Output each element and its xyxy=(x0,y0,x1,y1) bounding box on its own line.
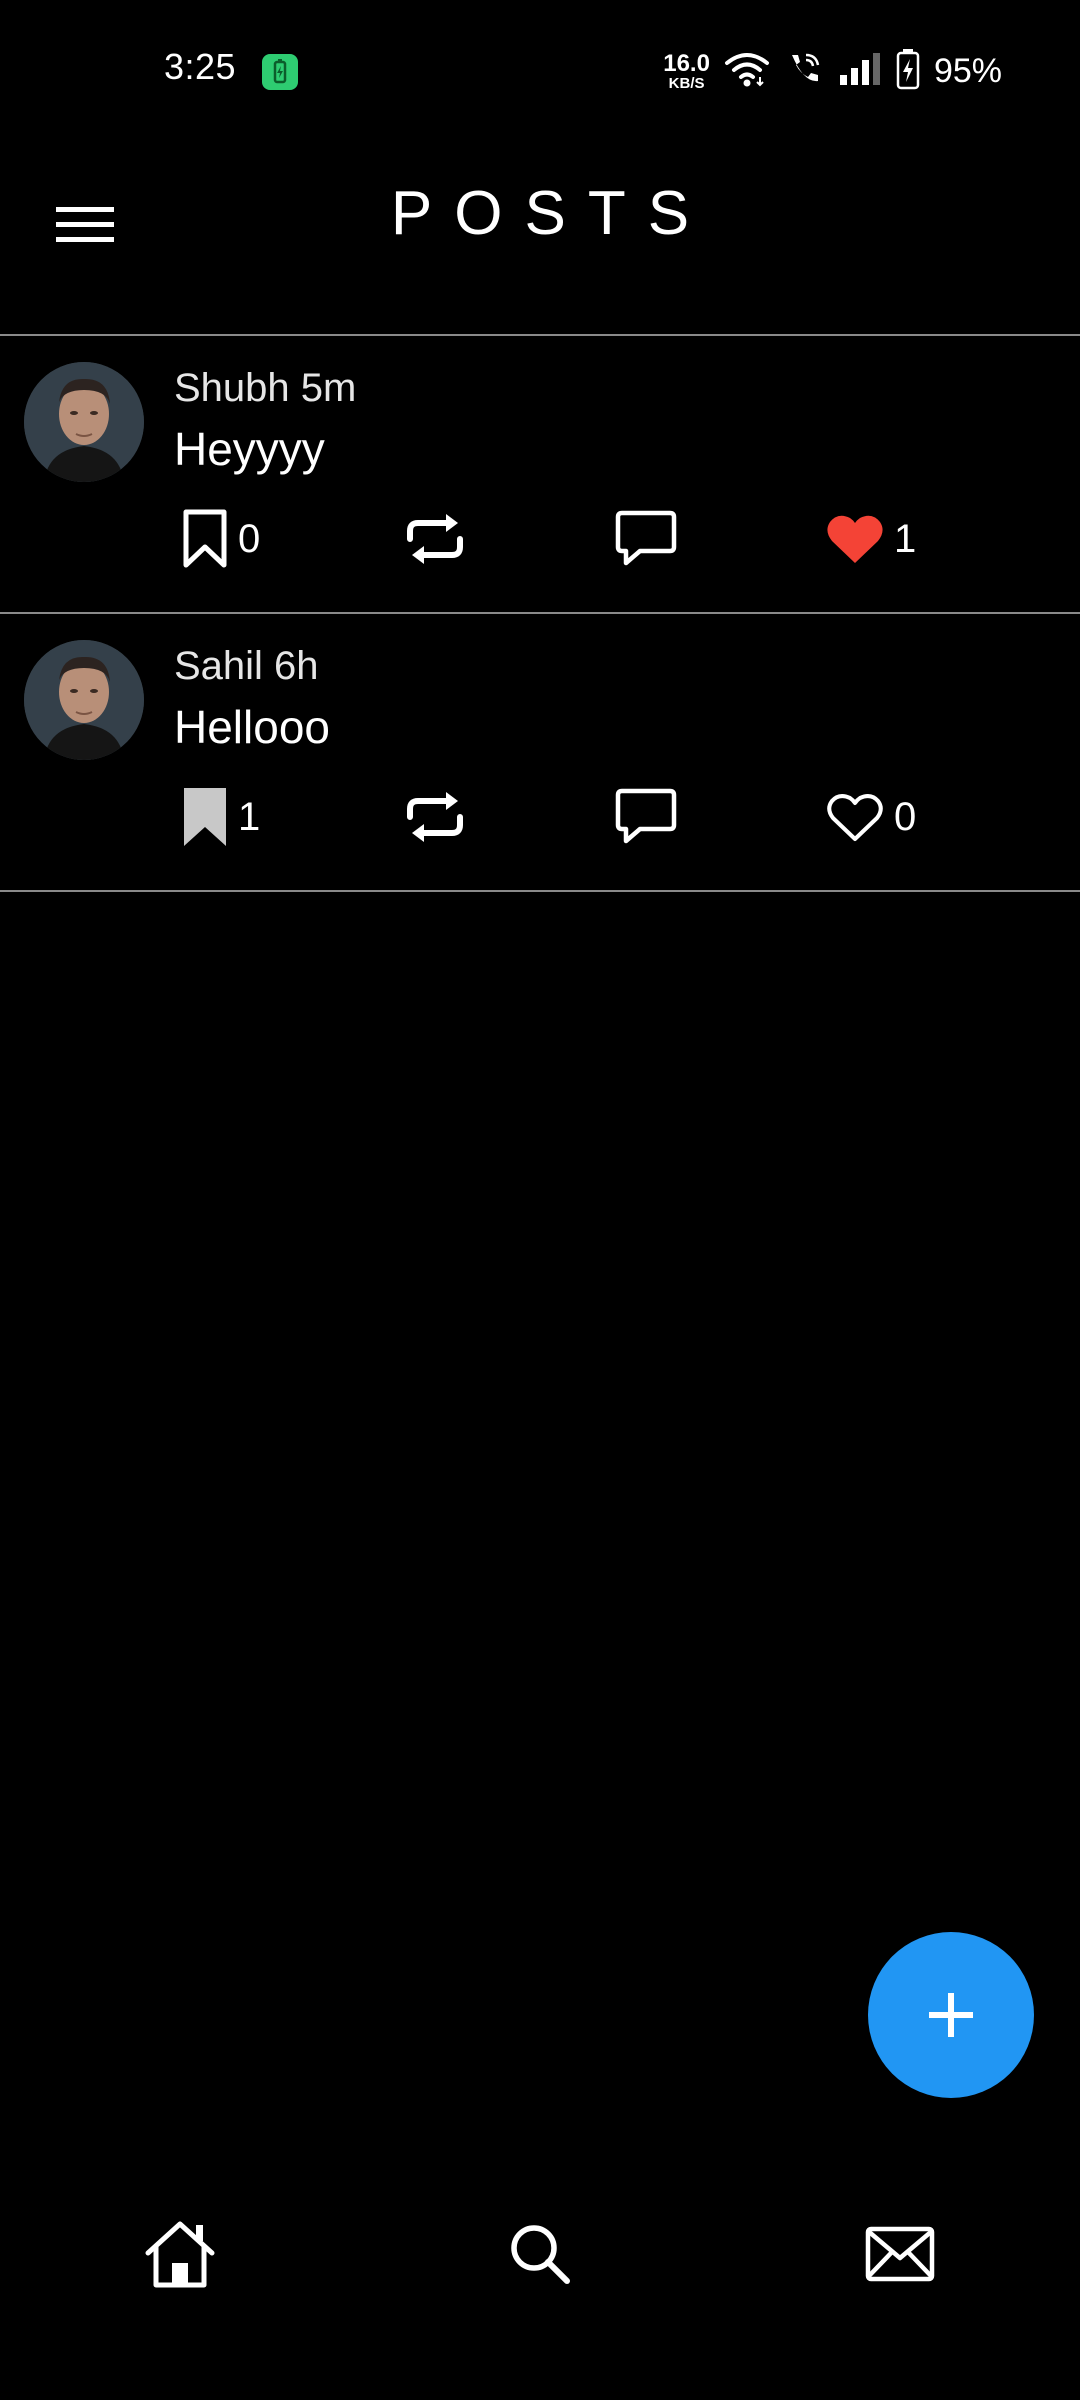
app-header: POSTS xyxy=(0,140,1080,334)
bookmark-filled-icon xyxy=(184,788,226,846)
nav-search[interactable] xyxy=(500,2214,580,2294)
wifi-icon xyxy=(724,49,770,94)
nav-messages[interactable] xyxy=(860,2214,940,2294)
new-post-button[interactable] xyxy=(868,1932,1034,2098)
avatar[interactable] xyxy=(24,362,144,482)
plus-icon xyxy=(929,1993,973,2037)
heart-filled-icon xyxy=(827,515,883,563)
repost-button[interactable] xyxy=(404,782,466,852)
post-body: Heyyyy xyxy=(174,423,325,475)
post-author-time: Sahil 6h xyxy=(174,644,319,688)
network-speed: 16.0 KB/S xyxy=(663,49,710,92)
post-card[interactable]: Shubh 5m Heyyyy 0 1 xyxy=(0,336,1080,612)
post-actions: 1 0 xyxy=(174,782,954,852)
post-author-time: Shubh 5m xyxy=(174,366,357,410)
comment-icon xyxy=(615,788,677,844)
heart-outline-icon xyxy=(827,794,883,841)
post-divider xyxy=(0,890,1080,892)
battery-percent: 95% xyxy=(933,51,1002,90)
like-button[interactable]: 0 xyxy=(826,782,916,852)
post-body: Hellooo xyxy=(174,701,330,753)
comment-button[interactable] xyxy=(614,782,678,852)
bookmark-button[interactable]: 0 xyxy=(182,504,260,574)
like-count: 1 xyxy=(894,516,917,561)
status-time: 3:25 xyxy=(164,46,237,87)
battery-charging-icon xyxy=(896,48,920,95)
bookmark-button[interactable]: 1 xyxy=(182,782,260,852)
comment-button[interactable] xyxy=(614,504,678,574)
wifi-calling-icon xyxy=(784,49,824,94)
avatar[interactable] xyxy=(24,640,144,760)
page-title: POSTS xyxy=(390,179,712,248)
network-speed-value: 16.0 xyxy=(663,49,710,77)
repost-icon xyxy=(407,792,463,842)
network-speed-unit: KB/S xyxy=(668,74,705,92)
like-button[interactable]: 1 xyxy=(826,504,916,574)
mail-icon xyxy=(865,2226,935,2282)
signal-strength-icon xyxy=(838,51,882,92)
search-icon xyxy=(511,2225,570,2284)
post-card[interactable]: Sahil 6h Hellooo 1 0 xyxy=(0,614,1080,890)
bookmark-count: 1 xyxy=(238,794,261,839)
bookmark-outline-icon xyxy=(183,509,227,568)
post-actions: 0 1 xyxy=(174,504,954,574)
comment-icon xyxy=(615,510,677,566)
home-icon xyxy=(145,2221,215,2288)
bottom-navigation xyxy=(0,2200,1080,2300)
repost-button[interactable] xyxy=(404,504,466,574)
bookmark-count: 0 xyxy=(238,516,261,561)
status-indicators: 16.0 KB/S 95% xyxy=(663,46,1002,96)
status-bar: 3:25 16.0 KB/S 95% xyxy=(0,0,1080,140)
repost-icon xyxy=(407,514,463,564)
nav-home[interactable] xyxy=(140,2214,220,2294)
battery-saver-icon xyxy=(262,54,298,90)
like-count: 0 xyxy=(894,794,917,839)
